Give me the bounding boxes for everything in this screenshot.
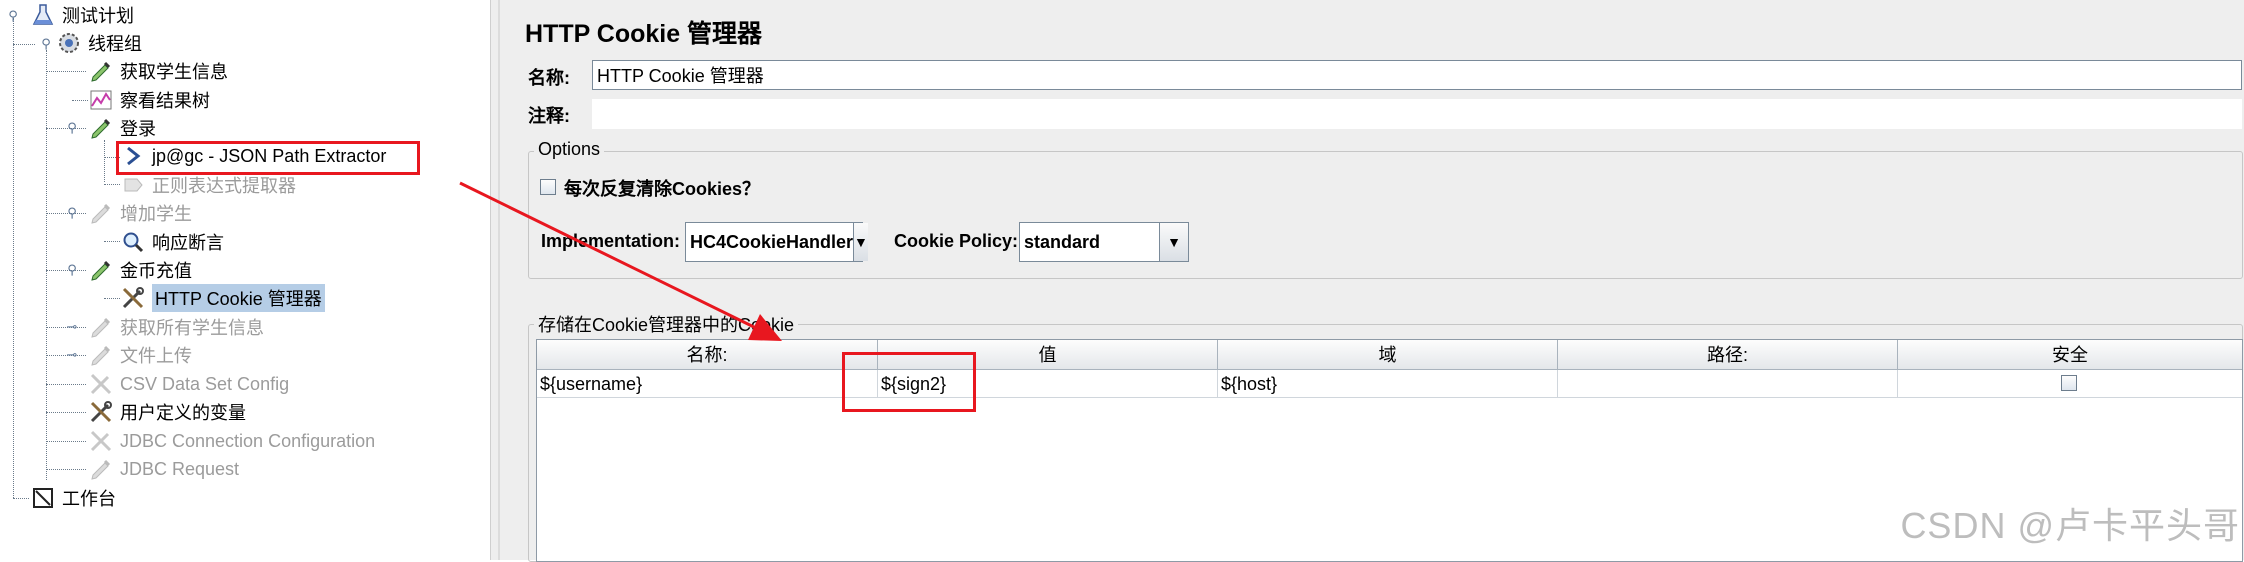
annotation-arrow (459, 181, 782, 341)
watermark: CSDN @卢卡平头哥 (1900, 505, 2240, 546)
annotation-arrow-line (459, 181, 761, 332)
